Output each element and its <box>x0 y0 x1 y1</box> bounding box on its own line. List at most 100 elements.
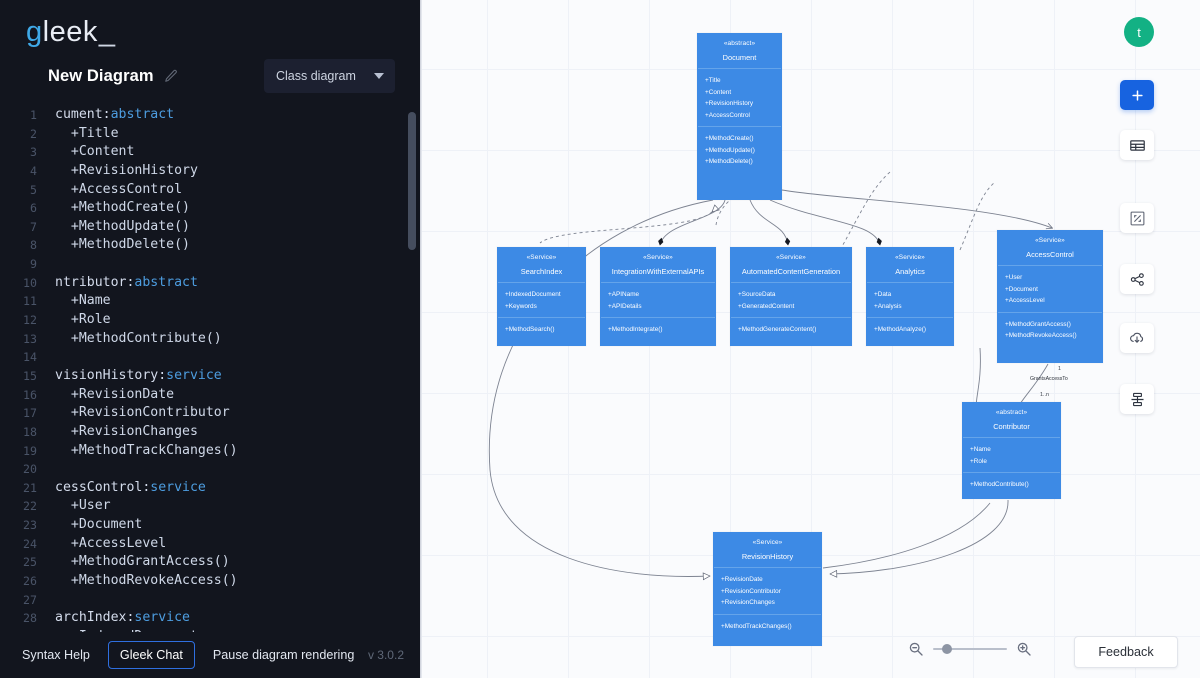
editor-scrollbar[interactable] <box>408 108 416 632</box>
code-text: +Role <box>44 311 111 330</box>
class-stereotype: «abstract» <box>995 409 1028 416</box>
code-line[interactable]: 8 +MethodDelete() <box>0 236 420 255</box>
code-member: +MethodDelete() <box>55 237 190 253</box>
code-line[interactable]: 11 +Name <box>0 292 420 311</box>
zoom-slider-knob[interactable] <box>942 644 952 654</box>
code-line[interactable]: 17 +RevisionContributor <box>0 404 420 423</box>
class-attributes: +APIName +APIDetails <box>601 283 715 318</box>
code-member: +RevisionContributor <box>55 405 230 421</box>
add-shape-button[interactable] <box>1120 80 1154 110</box>
brand-letter-g: g <box>26 15 43 48</box>
code-text: +RevisionDate <box>44 386 174 405</box>
class-methods: +MethodContribute() <box>963 473 1060 497</box>
pencil-icon[interactable] <box>164 69 178 83</box>
class-attribute-row: +APIDetails <box>608 302 642 310</box>
table-view-button[interactable] <box>1120 130 1154 160</box>
code-line[interactable]: 3 +Content <box>0 143 420 162</box>
code-line[interactable]: 26 +MethodRevokeAccess() <box>0 572 420 591</box>
code-text: archIndex:service <box>55 610 190 626</box>
gleek-chat-button[interactable]: Gleek Chat <box>107 641 195 669</box>
code-line[interactable]: 19 +MethodTrackChanges() <box>0 442 420 461</box>
pause-rendering-toggle[interactable]: Pause diagram rendering <box>203 648 364 662</box>
code-editor[interactable]: 1 cument:abstract 2 +Title 3 +Content 4 +Rev… <box>0 100 420 632</box>
class-node-document[interactable]: «abstract» Document +Title +Content +Revisio… <box>697 33 782 200</box>
code-keyword: abstract <box>110 107 175 122</box>
class-node-header: «Service» IntegrationWithExternalAPIs <box>601 248 715 283</box>
diagram-type-label: Class diagram <box>276 69 356 83</box>
code-line[interactable]: 14 <box>0 348 420 367</box>
class-node-integration[interactable]: «Service» IntegrationWithExternalAPIs +API… <box>600 247 716 346</box>
class-attribute-row: +Name <box>970 446 991 453</box>
code-line[interactable]: 16 +RevisionDate <box>0 386 420 405</box>
class-node-revisionhistory[interactable]: «Service» RevisionHistory +RevisionDate +Re… <box>713 532 822 646</box>
brand-logo[interactable]: gleek_ <box>0 0 420 52</box>
class-method-row: +MethodCreate() <box>705 135 754 142</box>
code-line[interactable]: 10 ntributor:abstract <box>0 274 420 293</box>
class-node-accesscontrol[interactable]: «Service» AccessControl +User +Document +Acc… <box>997 230 1103 363</box>
zoom-out-icon[interactable] <box>908 641 924 657</box>
code-line[interactable]: 13 +MethodContribute() <box>0 330 420 349</box>
brand-letters-rest: leek <box>42 15 98 48</box>
diagram-canvas[interactable]: «abstract» Document +Title +Content +Revisio… <box>420 0 1200 678</box>
avatar[interactable]: t <box>1124 17 1154 47</box>
code-line[interactable]: 20 <box>0 460 420 479</box>
code-lines[interactable]: 1 cument:abstract 2 +Title 3 +Content 4 +Rev… <box>0 100 420 632</box>
class-stereotype: «Service» <box>776 254 806 261</box>
class-node-header: «Service» AutomatedContentGeneration <box>731 248 851 283</box>
class-methods: +MethodIntegrate() <box>601 318 715 342</box>
class-stereotype: «Service» <box>752 539 783 546</box>
code-line[interactable]: 1 cument:abstract <box>0 106 420 125</box>
code-line[interactable]: 7 +MethodUpdate() <box>0 218 420 237</box>
code-line[interactable]: 23 +Document <box>0 516 420 535</box>
cloud-download-icon <box>1130 332 1144 343</box>
diagram-type-select[interactable]: Class diagram <box>264 59 395 93</box>
line-number: 6 <box>30 201 37 216</box>
code-line[interactable]: 4 +RevisionHistory <box>0 162 420 181</box>
code-line[interactable]: 24 +AccessLevel <box>0 535 420 554</box>
code-line[interactable]: 5 +AccessControl <box>0 181 420 200</box>
code-line[interactable]: 9 <box>0 255 420 274</box>
feedback-button[interactable]: Feedback <box>1074 636 1178 668</box>
code-line[interactable]: 22 +User <box>0 497 420 516</box>
download-button[interactable] <box>1120 323 1154 353</box>
class-node-header: «abstract» Document <box>698 34 781 69</box>
class-node-contributor[interactable]: «abstract» Contributor +Name +Role +MethodCo… <box>962 402 1061 499</box>
code-line[interactable]: 6 +MethodCreate() <box>0 199 420 218</box>
code-line[interactable]: 15 visionHistory:service <box>0 367 420 386</box>
zoom-in-icon[interactable] <box>1016 641 1032 657</box>
code-member: +User <box>55 498 111 514</box>
line-number: 7 <box>30 219 37 234</box>
class-attribute-row: +GeneratedContent <box>738 302 795 310</box>
code-text: ntributor:abstract <box>55 274 198 290</box>
auto-layout-button[interactable] <box>1120 384 1154 414</box>
share-button[interactable] <box>1120 264 1154 294</box>
syntax-help-link[interactable]: Syntax Help <box>12 648 100 662</box>
class-node-analytics[interactable]: «Service» Analytics +Data +Analysis +MethodA… <box>866 247 954 346</box>
code-member: +Name <box>55 293 111 309</box>
class-methods: +MethodTrackChanges() <box>714 615 821 639</box>
line-number: 17 <box>23 406 37 421</box>
class-method-row: +MethodContribute() <box>970 481 1029 488</box>
plus-icon <box>1131 89 1143 101</box>
code-line[interactable]: 12 +Role <box>0 311 420 330</box>
code-line[interactable]: 21 cessControl:service <box>0 479 420 498</box>
class-name: IntegrationWithExternalAPIs <box>611 267 705 276</box>
code-line[interactable]: 28 archIndex:service <box>0 609 420 628</box>
zoom-slider[interactable] <box>933 644 1007 654</box>
fit-to-screen-button[interactable] <box>1120 203 1154 233</box>
class-name: RevisionHistory <box>741 552 794 561</box>
code-line[interactable]: 2 +Title <box>0 125 420 144</box>
class-method-row: +MethodAnalyze() <box>874 326 927 333</box>
class-node-autogen[interactable]: «Service» AutomatedContentGeneration +Sour… <box>730 247 852 346</box>
class-node-searchindex[interactable]: «Service» SearchIndex +IndexedDocument +Key… <box>497 247 586 346</box>
class-methods: +MethodGrantAccess() +MethodRevokeAccess(… <box>998 313 1102 348</box>
class-name: AutomatedContentGeneration <box>741 267 841 276</box>
class-attribute-row: +AccessLevel <box>1005 297 1045 304</box>
editor-scrollbar-thumb[interactable] <box>408 112 416 250</box>
edge-label: GrantsAccessTo <box>1030 376 1068 382</box>
code-line[interactable]: 18 +RevisionChanges <box>0 423 420 442</box>
line-number: 23 <box>23 518 37 533</box>
code-line[interactable]: 27 <box>0 591 420 610</box>
code-line[interactable]: 29 +IndexedDocument <box>0 628 420 632</box>
code-line[interactable]: 25 +MethodGrantAccess() <box>0 553 420 572</box>
